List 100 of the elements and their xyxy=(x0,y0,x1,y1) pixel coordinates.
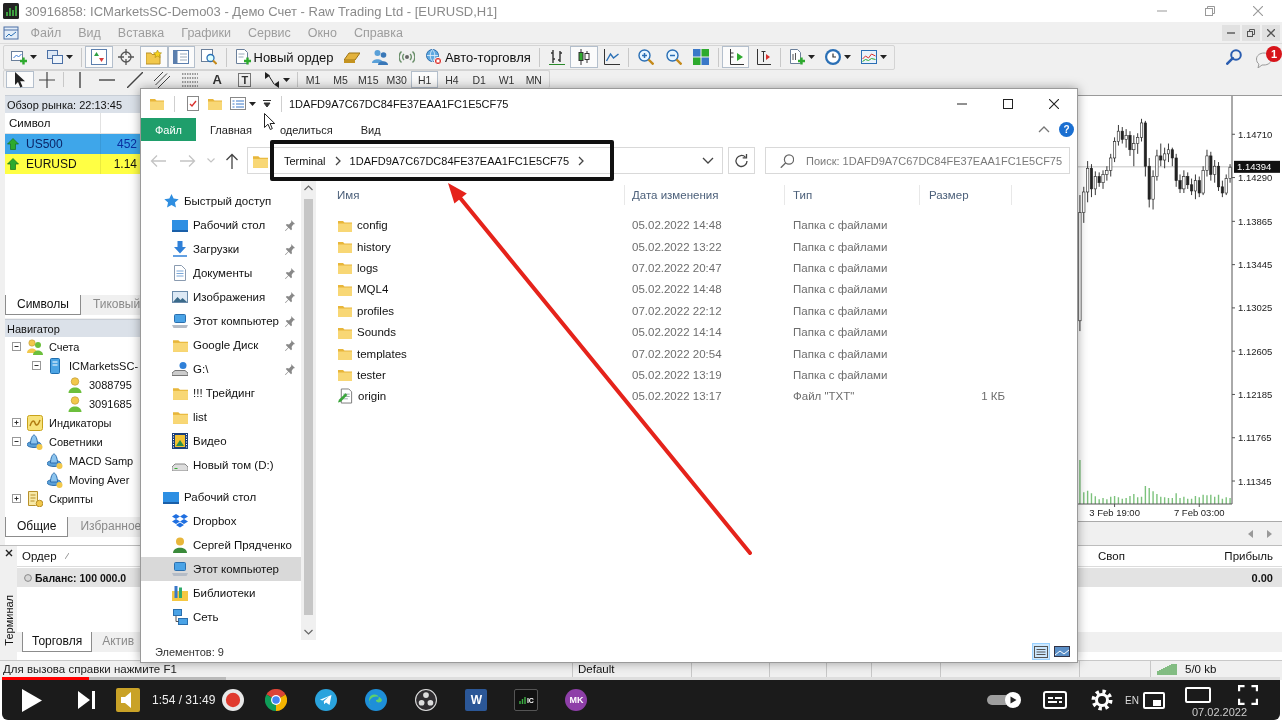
chevron-down-icon[interactable] xyxy=(702,157,714,164)
paper-plane-icon[interactable] xyxy=(315,689,338,711)
file-name[interactable]: origin xyxy=(358,390,387,403)
column-header[interactable]: Размер xyxy=(920,185,1012,205)
nav-item[interactable]: Сергей Прядченко xyxy=(141,533,301,557)
toolbar-button[interactable]: Новый ордер xyxy=(229,46,339,68)
file-name[interactable]: tester xyxy=(357,368,386,381)
tree-item[interactable]: Советники xyxy=(12,433,103,450)
nav-item[interactable]: Рабочий стол xyxy=(141,213,301,237)
settings-icon[interactable] xyxy=(1091,689,1114,711)
scroll-up-icon[interactable] xyxy=(304,185,313,191)
search-icon[interactable] xyxy=(1226,49,1242,65)
autoplay-toggle[interactable] xyxy=(987,692,1022,708)
tree-item[interactable]: Moving Aver xyxy=(32,471,130,488)
chevron-right-icon[interactable] xyxy=(334,155,341,166)
minimize-button[interactable] xyxy=(1222,24,1240,41)
nav-item[interactable]: Этот компьютер xyxy=(141,309,301,333)
column-header[interactable]: Дата изменения xyxy=(625,185,785,205)
help-button[interactable]: ? xyxy=(1059,122,1074,137)
pin-icon[interactable] xyxy=(285,363,295,375)
view-button[interactable] xyxy=(1032,643,1050,660)
chevron-right-icon[interactable] xyxy=(578,155,585,166)
nav-item[interactable]: G:\ xyxy=(141,357,301,381)
timeframe-button[interactable]: H1 xyxy=(410,71,439,88)
column-header[interactable]: Тип xyxy=(785,185,920,205)
toolbar-button[interactable]: T xyxy=(231,71,259,88)
scroll-down-icon[interactable] xyxy=(304,629,313,635)
tree-item[interactable]: Скрипты xyxy=(12,490,93,507)
column-header[interactable]: Ордер xyxy=(17,550,57,562)
nav-item[interactable]: Google Диск xyxy=(141,333,301,357)
column-header[interactable]: Символ xyxy=(5,113,101,133)
scroll-left-icon[interactable] xyxy=(1248,529,1253,538)
nav-item[interactable]: Изображения xyxy=(141,285,301,309)
caret-icon[interactable] xyxy=(249,101,256,106)
nav-item[interactable]: Новый том (D:) xyxy=(141,453,301,477)
toolbar-button[interactable] xyxy=(6,71,34,88)
ring-dots-icon[interactable] xyxy=(415,689,438,711)
column-header[interactable]: Прибыль xyxy=(1222,550,1282,562)
restore-button[interactable] xyxy=(1242,24,1260,41)
pin-icon[interactable] xyxy=(285,219,295,231)
customize-caret-icon[interactable] xyxy=(263,100,271,107)
swirl-icon[interactable] xyxy=(365,689,388,711)
video-progress-track[interactable] xyxy=(2,677,1280,680)
breadcrumb[interactable]: 1DAFD9A7C67DC84FE37EAA1FC1E5CF75 xyxy=(349,154,570,167)
up-arrow-icon[interactable] xyxy=(225,152,239,169)
pin-icon[interactable] xyxy=(285,315,295,327)
taskbar-app[interactable]: MK xyxy=(565,689,588,711)
restore-icon[interactable] xyxy=(1205,6,1215,16)
tree-item[interactable]: ICMarketsSC- xyxy=(32,357,139,374)
refresh-button[interactable] xyxy=(728,147,755,174)
nav-item[interactable]: list xyxy=(141,405,301,429)
quote-row[interactable]: EURUSD 1.14 xyxy=(5,154,140,174)
tree-item[interactable]: MACD Samp xyxy=(32,452,134,469)
balance-cell[interactable]: Баланс: 100 000.0 xyxy=(17,568,140,587)
collapse-icon[interactable] xyxy=(12,437,21,446)
tree-item[interactable]: 3091685 xyxy=(52,395,132,412)
nav-item[interactable]: !!! Трейдинг xyxy=(141,381,301,405)
chevron-up-icon[interactable] xyxy=(1038,126,1050,133)
close-icon[interactable] xyxy=(1049,98,1059,109)
chart-window-icon[interactable] xyxy=(3,24,19,41)
address-bar[interactable]: Terminal 1DAFD9A7C67DC84FE37EAA1FC1E5CF75 xyxy=(247,147,723,174)
file-name[interactable]: logs xyxy=(357,261,379,274)
timeframe-button[interactable]: M1 xyxy=(299,71,327,88)
expand-icon[interactable] xyxy=(12,418,21,427)
pin-icon[interactable] xyxy=(285,291,295,303)
tree-item[interactable]: Счета xyxy=(12,338,80,355)
timeframe-button[interactable]: D1 xyxy=(465,71,493,88)
timeframe-button[interactable]: W1 xyxy=(492,71,521,88)
ribbon-tab[interactable]: Главная xyxy=(196,118,266,141)
file-name[interactable]: Sounds xyxy=(357,326,396,339)
pin-icon[interactable] xyxy=(285,339,295,351)
scrollbar[interactable] xyxy=(301,180,316,640)
toolbar-button[interactable] xyxy=(570,46,598,68)
file-name[interactable]: profiles xyxy=(357,304,395,317)
timeframe-button[interactable]: H4 xyxy=(438,71,466,88)
nav-item[interactable]: Быстрый доступ xyxy=(141,189,301,213)
pin-icon[interactable] xyxy=(285,267,295,279)
nav-item[interactable]: Рабочий стол xyxy=(141,485,301,509)
pin-icon[interactable] xyxy=(285,243,295,255)
tree-item[interactable]: Индикаторы xyxy=(12,414,112,431)
theater-mode-icon[interactable] xyxy=(1185,687,1211,703)
nav-item[interactable]: Библиотеки xyxy=(141,581,301,605)
nav-item[interactable]: Dropbox xyxy=(141,509,301,533)
scroll-right-icon[interactable] xyxy=(1267,529,1272,538)
speaker-icon[interactable] xyxy=(116,688,140,712)
timeframe-button[interactable]: M30 xyxy=(382,71,411,88)
toolbar-button[interactable]: Авто-торговля xyxy=(420,46,536,68)
checklist-icon[interactable] xyxy=(187,96,199,111)
tree-item[interactable]: 3088795 xyxy=(52,376,132,393)
panel-tab[interactable]: Символы xyxy=(5,295,81,315)
play-icon[interactable] xyxy=(22,688,42,712)
subtitles-icon[interactable] xyxy=(1043,691,1068,709)
file-name[interactable]: templates xyxy=(357,347,407,360)
toolbar-button[interactable]: A xyxy=(203,71,231,88)
timeframe-button[interactable]: M5 xyxy=(326,71,355,88)
maximize-icon[interactable] xyxy=(1003,98,1013,109)
timeframe-button[interactable]: M15 xyxy=(354,71,383,88)
collapse-icon[interactable] xyxy=(12,342,21,351)
file-name[interactable]: config xyxy=(357,219,388,232)
file-name[interactable]: history xyxy=(357,240,391,253)
